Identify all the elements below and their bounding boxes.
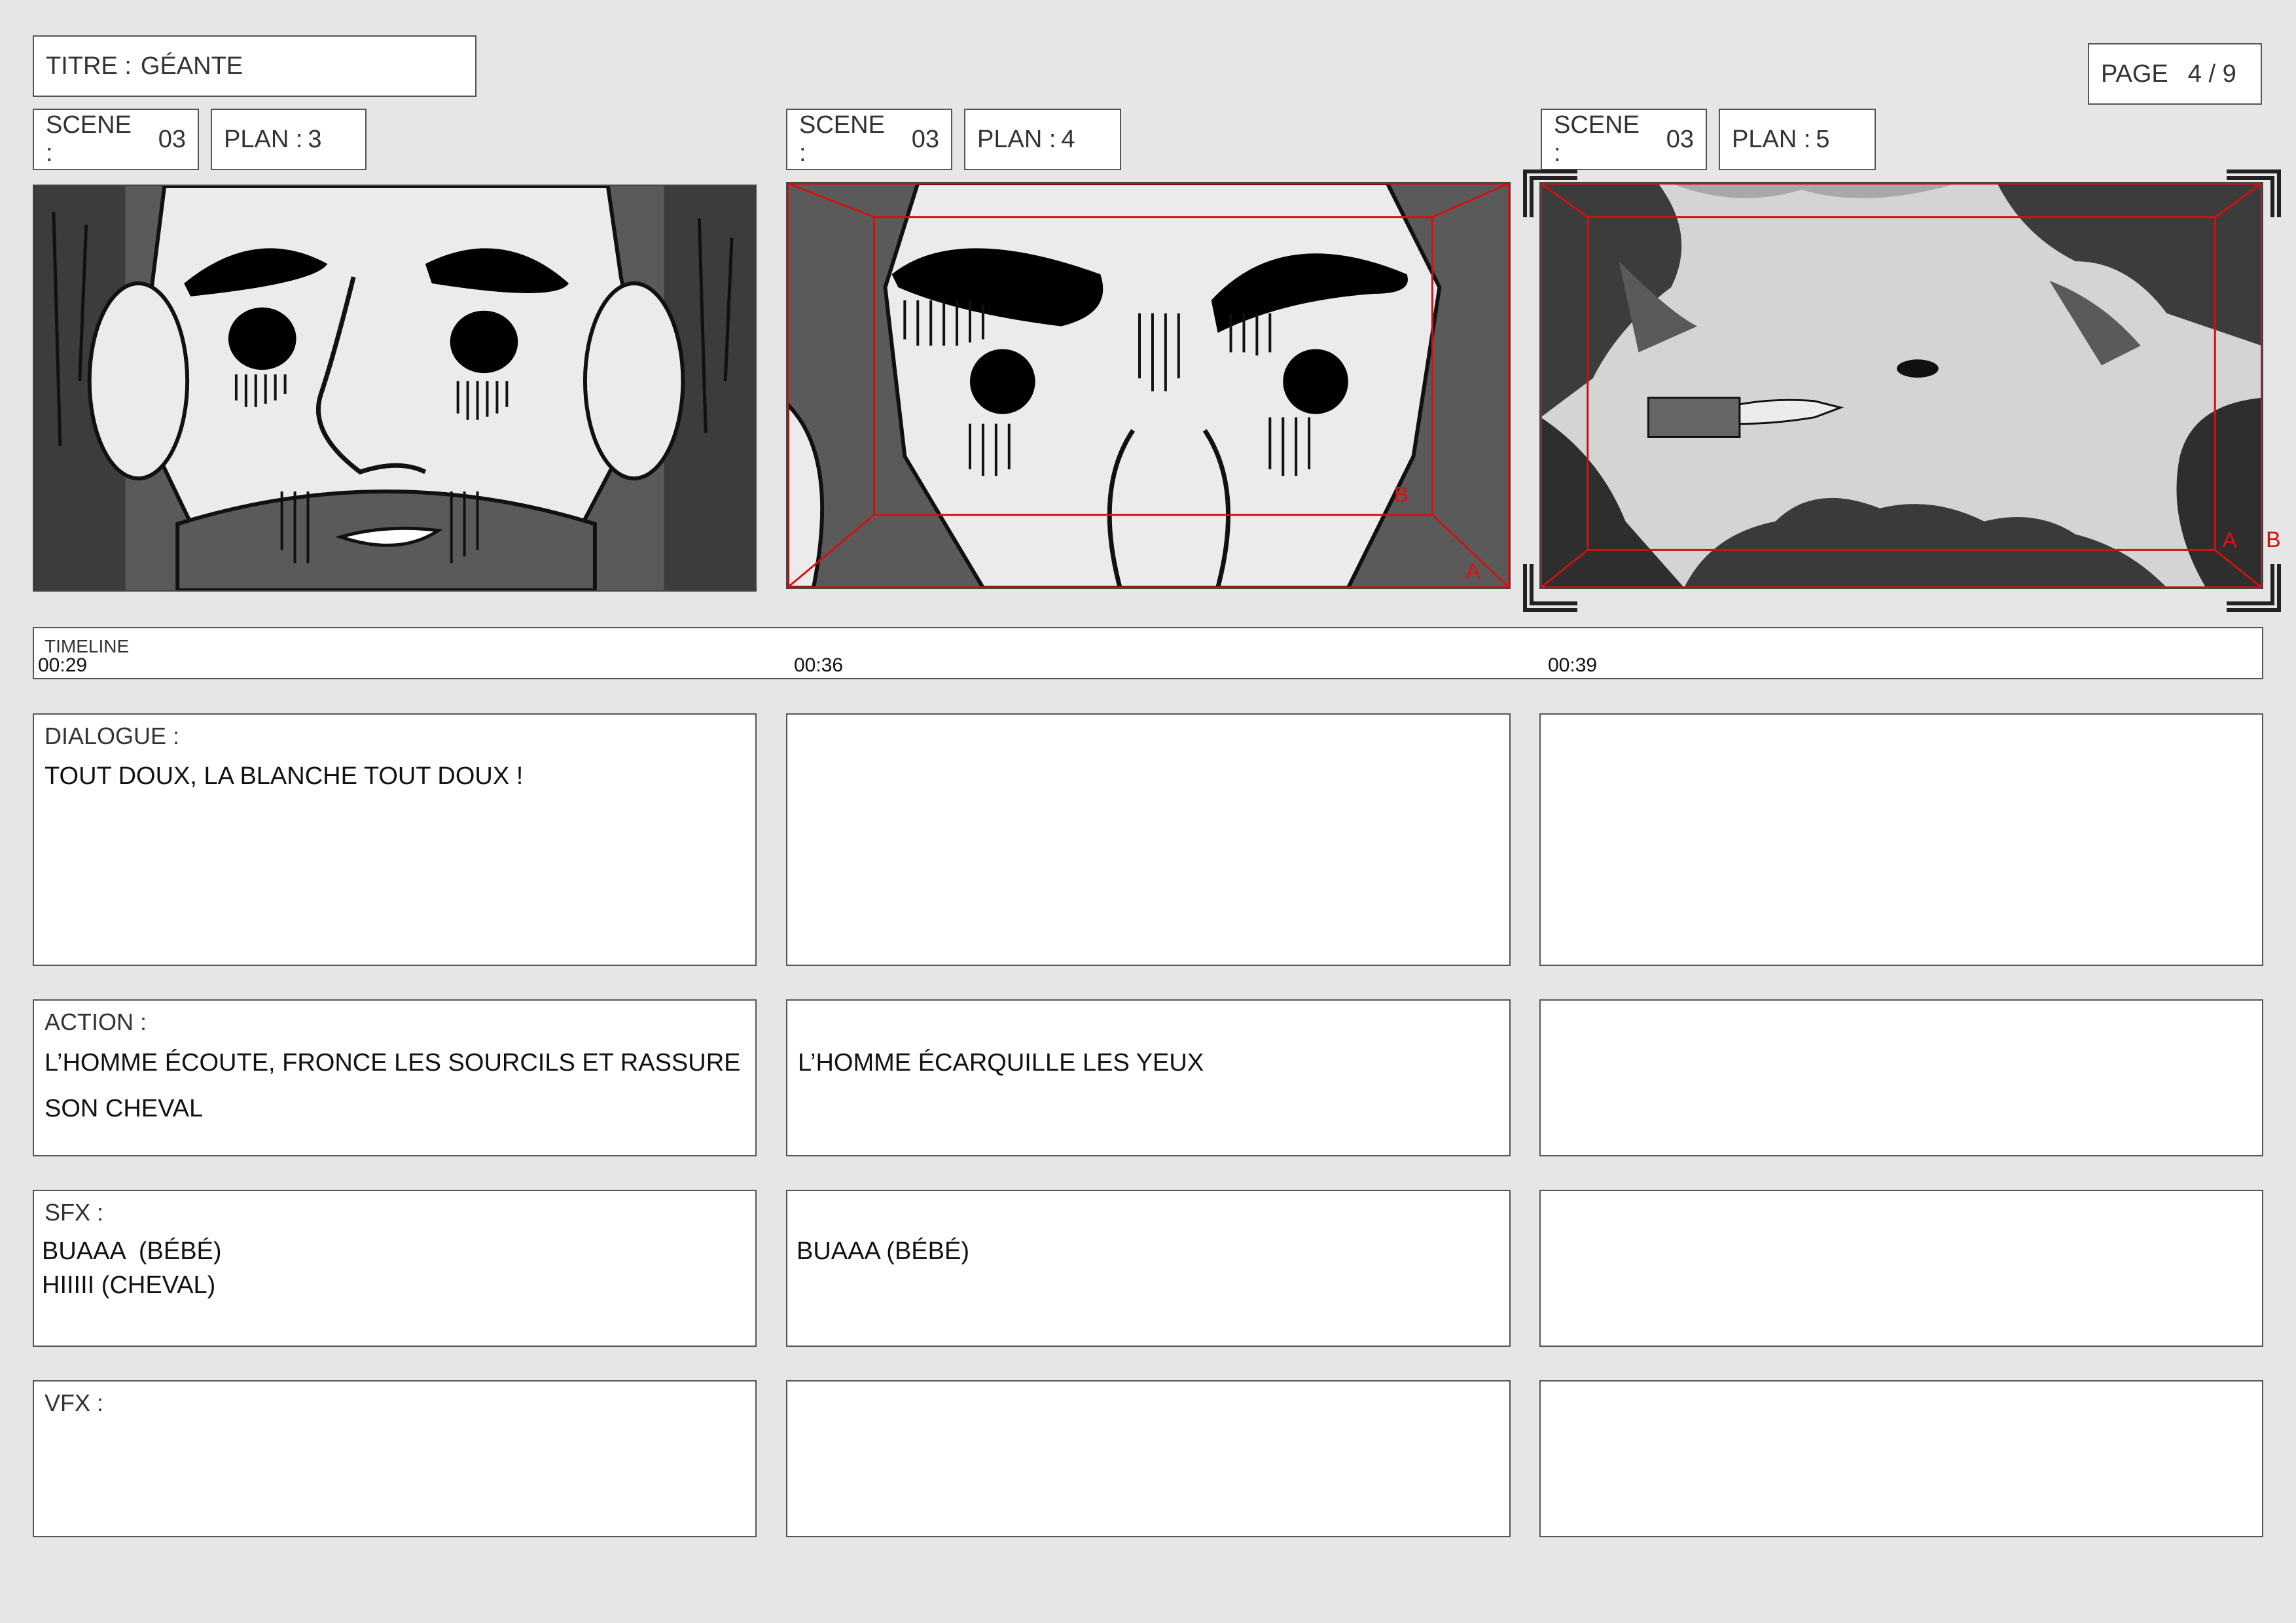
title-box: TITRE : GÉANTE xyxy=(33,35,476,97)
plan-label: PLAN : xyxy=(1732,125,1811,153)
plan-number[interactable]: 5 xyxy=(1816,126,1829,154)
timecode-shot-1: 00:29 xyxy=(38,654,88,676)
scene-number[interactable]: 03 xyxy=(912,126,939,154)
dialogue-text: TOUT DOUX, LA BLANCHE TOUT DOUX ! xyxy=(45,762,524,790)
scene-number[interactable]: 03 xyxy=(158,126,186,154)
scene-label: SCENE : xyxy=(799,111,885,167)
plan-box-1: PLAN : 3 xyxy=(211,109,367,170)
timeline-bar[interactable]: TIMELINE 00:29 00:36 00:39 xyxy=(33,627,2263,679)
action-text: L’HOMME ÉCARQUILLE LES YEUX xyxy=(798,1049,1204,1077)
plan-number[interactable]: 4 xyxy=(1061,126,1075,154)
frame-marker-a: A xyxy=(1465,559,1480,584)
sfx-label: SFX : xyxy=(45,1199,104,1226)
sfx-text: BUAAA (BÉBÉ) xyxy=(797,1238,969,1265)
dialogue-box-3[interactable] xyxy=(1539,713,2263,966)
scene-label: SCENE : xyxy=(1554,111,1640,167)
title-value[interactable]: GÉANTE xyxy=(141,52,243,80)
storyboard-panel-2[interactable]: B A xyxy=(786,182,1511,589)
timecode-shot-2: 00:36 xyxy=(794,654,844,676)
frame-marker-b-outer: B xyxy=(2266,527,2281,552)
scene-box-3: SCENE : 03 xyxy=(1541,109,1707,170)
plan-label: PLAN : xyxy=(977,125,1056,153)
plan-number[interactable]: 3 xyxy=(308,126,321,154)
timecode-shot-3: 00:39 xyxy=(1548,654,1598,676)
vfx-label: VFX : xyxy=(45,1389,104,1416)
plan-box-2: PLAN : 4 xyxy=(964,109,1121,170)
sfx-box-2[interactable]: BUAAA (BÉBÉ) xyxy=(786,1190,1511,1347)
page-value[interactable]: 4 / 9 xyxy=(2188,60,2236,88)
scene-box-2: SCENE : 03 xyxy=(786,109,952,170)
face-closeup-drawing xyxy=(34,186,755,590)
sfx-text: BUAAA (BÉBÉ) HIIIII (CHEVAL) xyxy=(42,1238,222,1299)
vfx-box-1[interactable]: VFX : xyxy=(33,1380,757,1537)
dialogue-box-1[interactable]: DIALOGUE : TOUT DOUX, LA BLANCHE TOUT DO… xyxy=(33,713,757,966)
vfx-box-3[interactable] xyxy=(1539,1380,2263,1537)
plan-label: PLAN : xyxy=(224,125,303,153)
action-box-1[interactable]: ACTION : L’HOMME ÉCOUTE, FRONCE LES SOUR… xyxy=(33,999,757,1156)
dialogue-label: DIALOGUE : xyxy=(45,722,180,749)
vfx-box-2[interactable] xyxy=(786,1380,1511,1537)
scene-label: SCENE : xyxy=(46,111,132,167)
storyboard-panel-1[interactable] xyxy=(33,185,757,592)
action-box-3[interactable] xyxy=(1539,999,2263,1156)
eyes-closeup-drawing: B A xyxy=(787,183,1509,588)
action-text: L’HOMME ÉCOUTE, FRONCE LES SOURCILS ET R… xyxy=(45,1049,741,1122)
camera-frame-brackets xyxy=(1523,169,2281,612)
page-label: PAGE xyxy=(2101,60,2168,88)
scene-box-1: SCENE : 03 xyxy=(33,109,199,170)
title-label: TITRE : xyxy=(46,52,132,80)
action-box-2[interactable]: L’HOMME ÉCARQUILLE LES YEUX xyxy=(786,999,1511,1156)
plan-box-3: PLAN : 5 xyxy=(1719,109,1876,170)
sfx-box-3[interactable] xyxy=(1539,1190,2263,1347)
scene-number[interactable]: 03 xyxy=(1666,126,1694,154)
action-label: ACTION : xyxy=(45,1008,147,1035)
sfx-box-1[interactable]: SFX : BUAAA (BÉBÉ) HIIIII (CHEVAL) xyxy=(33,1190,757,1347)
dialogue-box-2[interactable] xyxy=(786,713,1511,966)
page-box: PAGE 4 / 9 xyxy=(2088,43,2262,105)
frame-marker-b: B xyxy=(1394,482,1409,507)
